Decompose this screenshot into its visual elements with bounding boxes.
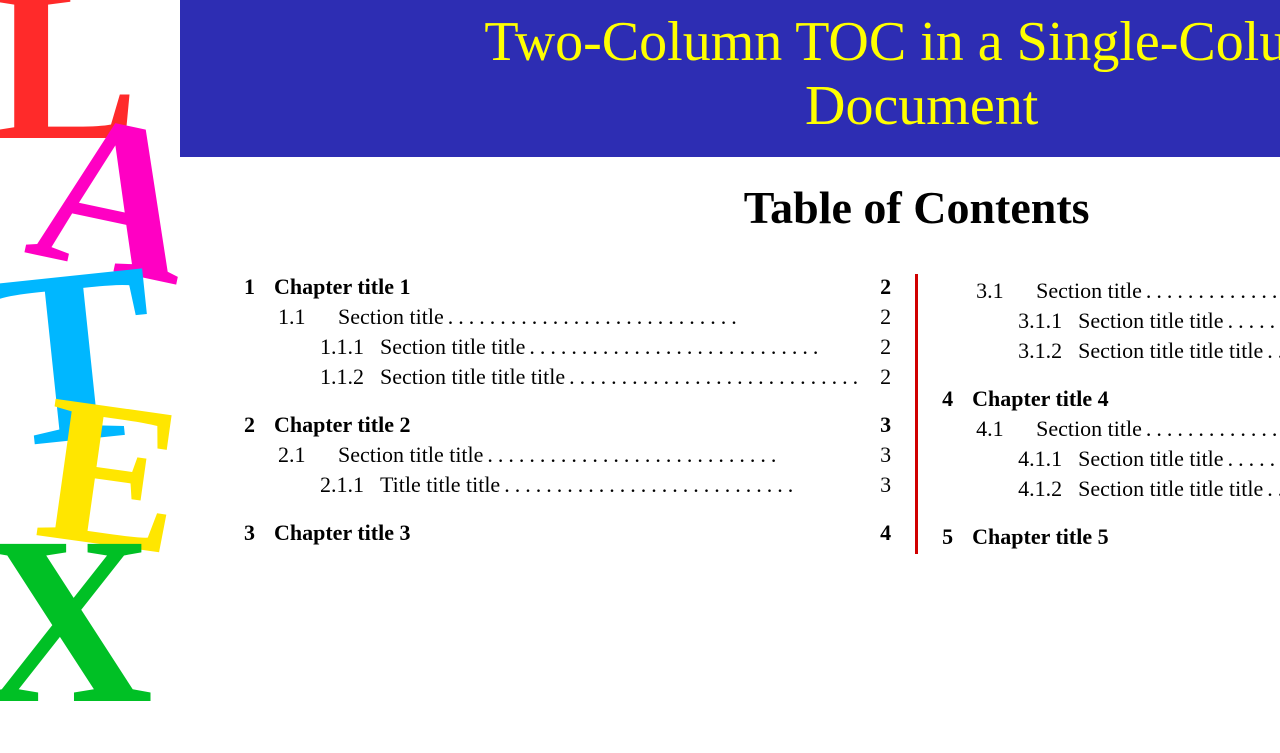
toc-entry-label: Section title title <box>338 442 483 468</box>
toc-entry: 2Chapter title 2........................… <box>244 412 891 438</box>
toc-entry: 4.1.2Section title title title..........… <box>942 476 1280 502</box>
toc-entry: 3.1.1Section title title................… <box>942 308 1280 334</box>
toc-entry-number: 1 <box>244 274 274 300</box>
toc-entry: 1.1.2Section title title title..........… <box>244 364 891 390</box>
toc-entry: 4.1Section title........................… <box>942 416 1280 442</box>
toc-leader-dots: ............................ <box>1224 308 1280 334</box>
toc-leader-dots: ............................ <box>1263 476 1280 502</box>
toc-entry-label: Section title <box>338 304 444 330</box>
toc-leader-dots: ............................ <box>483 442 867 468</box>
toc-entry: 4.1.1Section title title................… <box>942 446 1280 472</box>
toc-entry: 3.1Section title........................… <box>942 278 1280 304</box>
toc-entry-page: 2 <box>867 274 891 300</box>
toc-entry-number: 4.1.1 <box>1018 446 1078 472</box>
toc-entry: 1Chapter title 1........................… <box>244 274 891 300</box>
toc-leader-dots: ............................ <box>1263 338 1280 364</box>
toc-entry-label: Title title title <box>380 472 500 498</box>
toc-entry-label: Section title title title <box>380 364 565 390</box>
toc-entry-label: Section title <box>1036 416 1142 442</box>
toc-leader-dots: ............................ <box>1224 446 1280 472</box>
toc-entry-number: 3.1.2 <box>1018 338 1078 364</box>
toc-heading: Table of Contents <box>220 181 1280 234</box>
toc-entry-number: 3.1 <box>976 278 1036 304</box>
toc-entry-page: 2 <box>867 334 891 360</box>
toc-entry-number: 2 <box>244 412 274 438</box>
toc-entry-label: Section title <box>1036 278 1142 304</box>
toc-entry-number: 3 <box>244 520 274 546</box>
toc-entry: 1.1.1Section title title................… <box>244 334 891 360</box>
toc-entry: 4Chapter title 4........................… <box>942 386 1280 412</box>
toc-entry: 3.1.2Section title title title..........… <box>942 338 1280 364</box>
toc-entry-label: Chapter title 3 <box>274 520 410 546</box>
toc-entry-number: 4.1.2 <box>1018 476 1078 502</box>
toc-leader-dots: ............................ <box>444 304 867 330</box>
toc-entry: 5Chapter title 5........................… <box>942 524 1280 550</box>
toc-entry-label: Section title title title <box>1078 476 1263 502</box>
toc-column-right: 3.1Section title........................… <box>918 274 1280 554</box>
toc-entry-page: 2 <box>867 364 891 390</box>
toc-entry: 3Chapter title 3........................… <box>244 520 891 546</box>
toc-entry-number: 1.1 <box>278 304 338 330</box>
toc-entry-number: 2.1.1 <box>320 472 380 498</box>
toc-entry: 2.1.1Title title title..................… <box>244 472 891 498</box>
toc-leader-dots: ............................ <box>1142 416 1280 442</box>
toc-entry-number: 1.1.1 <box>320 334 380 360</box>
toc-entry-label: Chapter title 1 <box>274 274 410 300</box>
toc-entry-page: 3 <box>867 442 891 468</box>
toc-entry-label: Section title title <box>1078 446 1223 472</box>
toc-entry-number: 4.1 <box>976 416 1036 442</box>
toc-entry-number: 4 <box>942 386 972 412</box>
banner-line-1: Two-Column TOC in a Single-Column <box>484 11 1280 73</box>
toc-entry-number: 5 <box>942 524 972 550</box>
title-banner: Two-Column TOC in a Single-Column Docume… <box>180 0 1280 157</box>
toc-leader-dots: ............................ <box>500 472 867 498</box>
banner-line-2: Document <box>805 75 1038 137</box>
toc-entry-page: 4 <box>867 520 891 546</box>
toc-entry-label: Section title title <box>380 334 525 360</box>
toc-entry-number: 1.1.2 <box>320 364 380 390</box>
toc-entry-label: Chapter title 5 <box>972 524 1108 550</box>
toc-entry-page: 3 <box>867 412 891 438</box>
toc-leader-dots: ............................ <box>565 364 867 390</box>
toc-entry-label: Section title title <box>1078 308 1223 334</box>
document-area: Table of Contents 1Chapter title 1......… <box>180 157 1280 720</box>
toc-entry: 1.1Section title........................… <box>244 304 891 330</box>
toc-leader-dots: ............................ <box>525 334 867 360</box>
toc-entry: 2.1Section title title..................… <box>244 442 891 468</box>
toc-entry-number: 2.1 <box>278 442 338 468</box>
latex-letter: X <box>0 500 153 740</box>
latex-logo-sidebar: LATEX <box>0 0 180 720</box>
toc-entry-label: Chapter title 2 <box>274 412 410 438</box>
toc-entry-label: Chapter title 4 <box>972 386 1108 412</box>
toc-entry-page: 2 <box>867 304 891 330</box>
toc-entry-page: 3 <box>867 472 891 498</box>
toc-column-left: 1Chapter title 1........................… <box>220 274 915 554</box>
toc-entry-label: Section title title title <box>1078 338 1263 364</box>
toc-entry-number: 3.1.1 <box>1018 308 1078 334</box>
toc-leader-dots: ............................ <box>1142 278 1280 304</box>
